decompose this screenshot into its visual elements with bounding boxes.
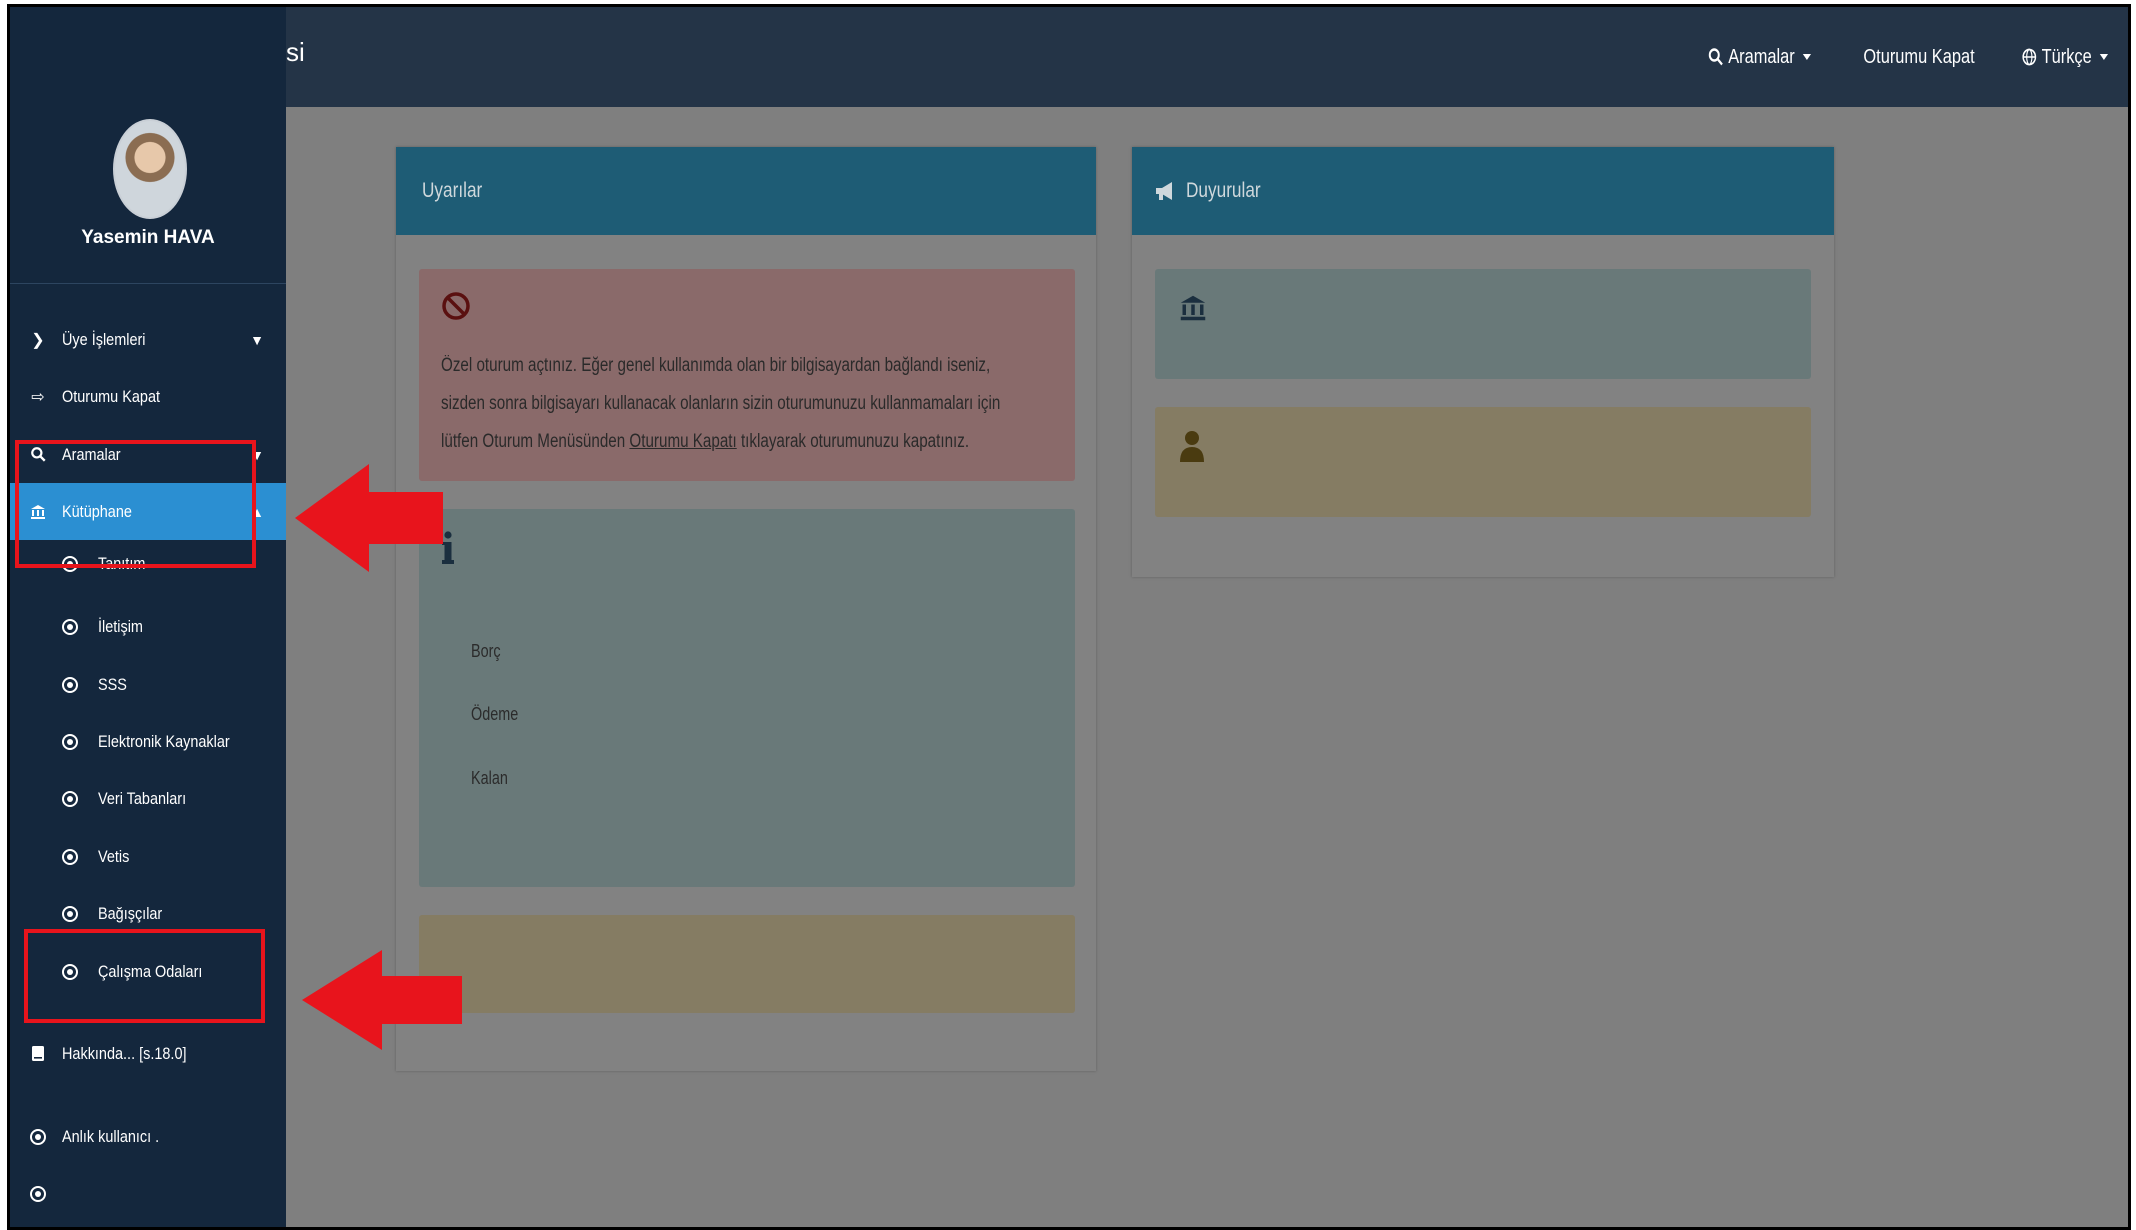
- caret-down-icon: [2099, 54, 2108, 60]
- sidebar-item-vetis[interactable]: Vetis: [10, 828, 286, 885]
- sidebar-item-iletisim[interactable]: İletişim: [10, 598, 286, 655]
- globe-icon: [2022, 48, 2037, 66]
- notice-alert: [419, 915, 1075, 1013]
- warnings-panel-header: Uyarılar: [396, 147, 1096, 235]
- session-warning-alert: Özel oturum açtınız. Eğer genel kullanım…: [419, 269, 1075, 481]
- caret-down-icon: [1803, 54, 1812, 60]
- top-navbar: si Aramalar Oturumu Kapat Türkçe: [10, 7, 2128, 107]
- user-announcement: [1155, 407, 1811, 517]
- warning-line-3-text: lütfen Oturum Menüsünden: [441, 431, 630, 452]
- sidebar-item-label: Oturumu Kapat: [62, 386, 160, 406]
- user-icon: [1180, 431, 1204, 462]
- user-name: Yasemin HAVA: [81, 227, 215, 248]
- sidebar-item-tanitim[interactable]: Tanıtım: [10, 540, 286, 588]
- language-dropdown[interactable]: Türkçe: [2022, 46, 2108, 69]
- sidebar-item-label: İletişim: [98, 616, 143, 636]
- chevron-down-icon: ▼: [250, 331, 264, 348]
- announcements-panel-header: Duyurular: [1132, 147, 1834, 235]
- dot-circle-icon: [30, 1185, 46, 1202]
- sign-out-icon: ⇨: [31, 388, 45, 406]
- logout-link[interactable]: Oturumu Kapatı: [629, 431, 736, 452]
- sidebar-item-aramalar[interactable]: Aramalar ▼: [10, 426, 286, 483]
- announcements-panel-title: Duyurular: [1186, 179, 1261, 202]
- avatar[interactable]: [113, 119, 187, 219]
- sidebar-item-veri-tabanlari[interactable]: Veri Tabanları: [10, 770, 286, 827]
- bank-icon: [28, 504, 48, 520]
- arrow-left-icon: [302, 950, 462, 1050]
- chevron-up-icon: ▲: [250, 503, 264, 520]
- search-dropdown[interactable]: Aramalar: [1708, 45, 1812, 69]
- chevron-down-icon: ▼: [250, 446, 264, 463]
- sidebar-item-label: Elektronik Kaynaklar: [98, 731, 230, 751]
- dot-circle-icon: [62, 905, 78, 922]
- sidebar-item-logout[interactable]: ⇨ Oturumu Kapat: [10, 368, 286, 425]
- warning-line-1: Özel oturum açtınız. Eğer genel kullanım…: [441, 355, 991, 376]
- sidebar-item-elektronik-kaynaklar[interactable]: Elektronik Kaynaklar: [10, 713, 286, 770]
- remaining-label: Kalan: [471, 768, 508, 788]
- dot-circle-icon: [62, 848, 78, 865]
- search-icon: [28, 447, 48, 462]
- warnings-panel: Uyarılar Özel oturum açtınız. Eğer genel…: [396, 147, 1096, 1071]
- announcements-panel: Duyurular: [1132, 147, 1834, 577]
- sidebar-item-label: Anlık kullanıcı .: [62, 1126, 160, 1146]
- warning-line-3-tail: tıklayarak oturumunuzu kapatınız.: [736, 431, 970, 452]
- sidebar-item-label: Hakkında... [s.18.0]: [62, 1043, 187, 1063]
- app-window: si Aramalar Oturumu Kapat Türkçe Yasemin…: [7, 4, 2131, 1230]
- top-nav-menu: Aramalar Oturumu Kapat Türkçe: [1686, 7, 2108, 107]
- sidebar-item-label: Aramalar: [62, 444, 121, 464]
- warnings-panel-title: Uyarılar: [422, 179, 483, 202]
- dot-circle-icon: [62, 556, 78, 572]
- dot-circle-icon: [30, 1128, 46, 1145]
- sidebar-item-calisma-odalari[interactable]: Çalışma Odaları: [10, 943, 286, 1000]
- sidebar-item-label: Kütüphane: [62, 501, 132, 521]
- top-logout-label: Oturumu Kapat: [1863, 45, 1975, 68]
- debt-label: Borç: [471, 641, 501, 661]
- dot-circle-icon: [62, 733, 78, 750]
- megaphone-icon: [1156, 182, 1172, 200]
- bank-icon: [1180, 295, 1206, 321]
- arrow-left-icon: [295, 464, 443, 572]
- book-icon: [28, 1045, 48, 1062]
- search-dropdown-label: Aramalar: [1728, 45, 1795, 68]
- sidebar-item-label: Vetis: [98, 846, 130, 866]
- payment-label: Ödeme: [471, 704, 519, 724]
- warning-line-2: sizden sonra bilgisayarı kullanacak olan…: [441, 393, 1001, 414]
- top-logout-link[interactable]: Oturumu Kapat: [1864, 46, 1975, 69]
- dot-circle-icon: [62, 790, 78, 807]
- warning-line-3: lütfen Oturum Menüsünden Oturumu Kapatı …: [441, 431, 969, 453]
- brand-title: si: [286, 37, 305, 67]
- language-label: Türkçe: [2041, 45, 2092, 68]
- balance-info-alert: Borç Ödeme Kalan: [419, 509, 1075, 887]
- dot-circle-icon: [62, 963, 78, 980]
- sidebar-item-label: SSS: [98, 674, 127, 694]
- sidebar-item-label: Bağışçılar: [98, 903, 163, 923]
- sidebar-item-extra[interactable]: [10, 1165, 286, 1222]
- ban-icon: [442, 292, 470, 320]
- sidebar-item-anlik-kullanici[interactable]: Anlık kullanıcı .: [10, 1108, 286, 1165]
- chevron-right-icon: ❯: [31, 331, 45, 349]
- sidebar-item-bagiscilar[interactable]: Bağışçılar: [10, 885, 286, 942]
- sidebar-item-label: Üye İşlemleri: [62, 329, 146, 349]
- search-icon: [1708, 48, 1723, 66]
- sidebar-item-sss[interactable]: SSS: [10, 656, 286, 713]
- dot-circle-icon: [62, 618, 78, 635]
- sidebar-item-label: Veri Tabanları: [98, 788, 187, 808]
- sidebar-item-hakkinda[interactable]: Hakkında... [s.18.0]: [10, 1025, 286, 1082]
- sidebar-item-label: Tanıtım: [98, 554, 146, 573]
- info-icon: [442, 531, 454, 564]
- dot-circle-icon: [62, 676, 78, 693]
- sidebar-item-uye-islemleri[interactable]: ❯ Üye İşlemleri ▼: [10, 311, 286, 368]
- sidebar-item-kutuphane[interactable]: Kütüphane ▲: [10, 483, 286, 540]
- sidebar-item-label: Çalışma Odaları: [98, 961, 203, 981]
- library-announcement: [1155, 269, 1811, 379]
- user-profile: Yasemin HAVA: [10, 7, 286, 284]
- sidebar: Yasemin HAVA ❯ Üye İşlemleri ▼ ⇨ Oturumu…: [10, 7, 286, 1227]
